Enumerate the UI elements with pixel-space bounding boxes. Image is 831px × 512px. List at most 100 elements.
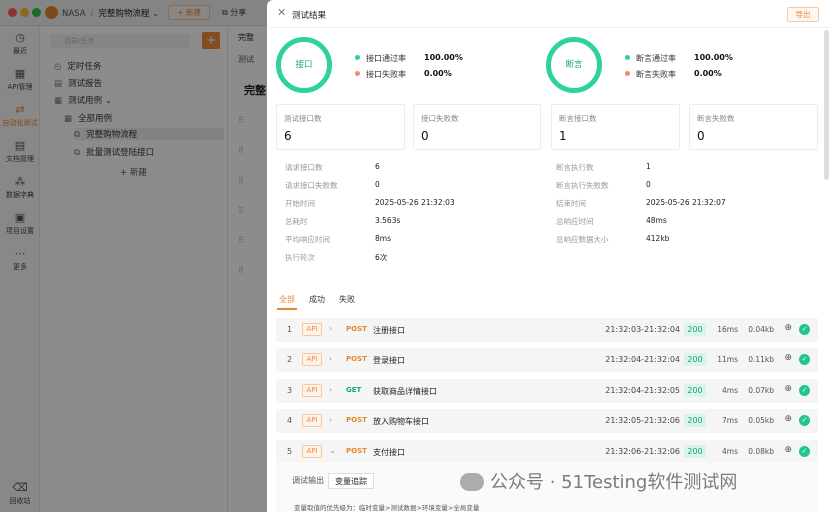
response-time: 11ms	[717, 355, 738, 364]
api-tag: API	[302, 445, 322, 458]
interface-pass-stat: 接口通过率	[355, 53, 406, 64]
api-tag: API	[302, 384, 322, 397]
tab-variable-trace[interactable]: 变量追踪	[328, 473, 374, 489]
export-button[interactable]: 导出	[787, 7, 819, 22]
request-time: 21:32:04-21:32:05	[605, 386, 680, 395]
chevron-right-icon[interactable]: ›	[329, 354, 332, 363]
row-number: 4	[287, 416, 293, 425]
chevron-right-icon[interactable]: ›	[329, 415, 332, 424]
fail-dot-icon	[355, 71, 360, 76]
http-method: GET	[346, 386, 362, 394]
check-circle-icon: ✓	[799, 385, 810, 396]
response-size: 0.08kb	[748, 447, 774, 456]
row-number: 1	[287, 325, 293, 334]
request-name: 获取商品详情接口	[373, 387, 437, 396]
success-dot-icon	[625, 55, 630, 60]
kv-label: 执行轮次	[285, 253, 315, 262]
request-row-expanded[interactable]: 5 API ⌄ POST 支付接口 21:32:06-21:32:06 200 …	[276, 440, 818, 464]
request-time: 21:32:03-21:32:04	[605, 325, 680, 334]
drawer-title: 测试结果	[292, 11, 327, 21]
ring-label: 接口	[295, 60, 313, 70]
globe-icon: ⊕	[784, 384, 792, 394]
interface-pass-value: 100.00%	[424, 53, 463, 62]
status-code-badge: 200	[684, 414, 706, 427]
chevron-down-icon[interactable]: ⌄	[329, 446, 336, 455]
card-assert-fail-count: 断言失败数 0	[689, 104, 818, 150]
request-name: 注册接口	[373, 326, 405, 335]
kv-label: 结束时间	[556, 199, 586, 208]
request-name: 登录接口	[373, 356, 405, 365]
success-dot-icon	[355, 55, 360, 60]
stat-label: 接口失败率	[366, 70, 406, 79]
request-row[interactable]: 2 API › POST 登录接口 21:32:04-21:32:04 200 …	[276, 348, 818, 372]
response-time: 4ms	[722, 386, 738, 395]
request-time: 21:32:05-21:32:06	[605, 416, 680, 425]
kv-label: 请求接口数	[285, 163, 323, 172]
fail-dot-icon	[625, 71, 630, 76]
globe-icon: ⊕	[784, 414, 792, 424]
assert-pass-stat: 断言通过率	[625, 53, 676, 64]
card-value: 0	[421, 129, 429, 143]
http-method: POST	[346, 447, 367, 455]
kv-label: 请求接口失败数	[285, 181, 338, 190]
request-time: 21:32:04-21:32:04	[605, 355, 680, 364]
kv-value: 2025-05-26 21:32:03	[375, 198, 455, 207]
close-icon[interactable]: ✕	[277, 7, 286, 19]
chevron-right-icon[interactable]: ›	[329, 324, 332, 333]
response-size: 0.07kb	[748, 386, 774, 395]
kv-label: 平均响应时间	[285, 235, 330, 244]
watermark-text: 公众号 · 51Testing软件测试网	[490, 472, 738, 493]
tab-debug-output[interactable]: 调试输出	[286, 473, 330, 489]
tab-fail[interactable]: 失败	[339, 294, 355, 305]
request-name: 支付接口	[373, 448, 405, 457]
card-value: 1	[559, 129, 567, 143]
kv-label: 总耗时	[285, 217, 308, 226]
status-code-badge: 200	[684, 323, 706, 336]
kv-value: 8ms	[375, 234, 391, 243]
status-code-badge: 200	[684, 353, 706, 366]
kv-value: 6次	[375, 253, 388, 262]
request-name: 放入购物车接口	[373, 417, 429, 426]
ring-label: 断言	[565, 60, 583, 70]
kv-label: 总响应数据大小	[556, 235, 609, 244]
chevron-right-icon[interactable]: ›	[329, 385, 332, 394]
kv-value: 3.563s	[375, 216, 401, 225]
interface-pass-ring: 接口	[276, 37, 332, 93]
kv-value: 0	[646, 180, 651, 189]
kv-value: 2025-05-26 21:32:07	[646, 198, 726, 207]
kv-value: 48ms	[646, 216, 667, 225]
stat-label: 断言通过率	[636, 54, 676, 63]
request-row[interactable]: 1 API › POST 注册接口 21:32:03-21:32:04 200 …	[276, 318, 818, 342]
kv-value: 1	[646, 162, 651, 171]
assert-fail-value: 0.00%	[694, 69, 722, 78]
drawer-scrollbar[interactable]	[824, 30, 829, 180]
row-number: 3	[287, 386, 293, 395]
request-row[interactable]: 3 API › GET 获取商品详情接口 21:32:04-21:32:05 2…	[276, 379, 818, 403]
globe-icon: ⊕	[784, 445, 792, 455]
card-label: 接口失败数	[421, 114, 459, 123]
wechat-logo-icon	[460, 473, 484, 491]
api-tag: API	[302, 323, 322, 336]
api-tag: API	[302, 353, 322, 366]
kv-label: 断言执行失败数	[556, 181, 609, 190]
response-time: 16ms	[717, 325, 738, 334]
assert-fail-stat: 断言失败率	[625, 69, 676, 80]
assert-pass-ring: 断言	[546, 37, 602, 93]
response-size: 0.11kb	[748, 355, 774, 364]
response-size: 0.05kb	[748, 416, 774, 425]
variable-priority-hint: 变量取值的优先级为：临时变量>测试数据>环境变量>全局变量	[294, 504, 480, 512]
card-test-interface-count: 测试接口数 6	[276, 104, 405, 150]
globe-icon: ⊕	[784, 323, 792, 333]
card-assert-interface-count: 断言接口数 1	[551, 104, 680, 150]
tab-success[interactable]: 成功	[309, 294, 325, 305]
request-time: 21:32:06-21:32:06	[605, 447, 680, 456]
globe-icon: ⊕	[784, 353, 792, 363]
request-row[interactable]: 4 API › POST 放入购物车接口 21:32:05-21:32:06 2…	[276, 409, 818, 433]
assert-pass-value: 100.00%	[694, 53, 733, 62]
card-value: 6	[284, 129, 292, 143]
card-label: 断言失败数	[697, 114, 735, 123]
tab-all[interactable]: 全部	[279, 294, 295, 305]
check-circle-icon: ✓	[799, 415, 810, 426]
kv-label: 总响应时间	[556, 217, 594, 226]
kv-value: 0	[375, 180, 380, 189]
